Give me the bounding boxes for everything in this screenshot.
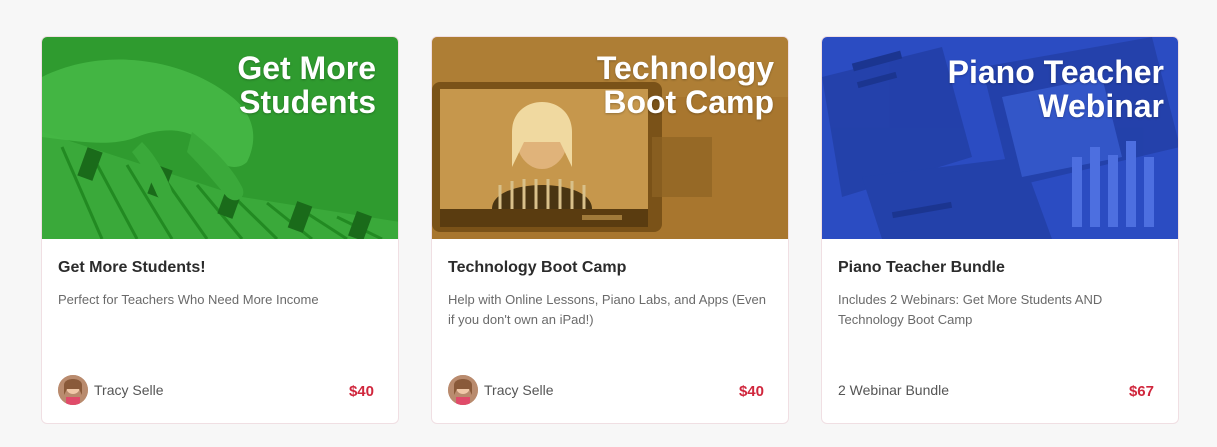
author-name: Tracy Selle bbox=[484, 382, 554, 398]
author-avatar bbox=[58, 375, 88, 405]
course-card-technology-boot-camp[interactable]: Technology Boot Camp Technology Boot Cam… bbox=[431, 36, 789, 424]
author-avatar bbox=[448, 375, 478, 405]
author-name: Tracy Selle bbox=[94, 382, 164, 398]
card-description: Includes 2 Webinars: Get More Students A… bbox=[838, 292, 1103, 327]
course-card-piano-teacher-bundle[interactable]: Piano Teacher Webinar Piano Teacher Bund… bbox=[821, 36, 1179, 424]
course-card-get-more-students[interactable]: Get More Students Get More Students! Per… bbox=[41, 36, 399, 424]
price-label: $40 bbox=[738, 383, 764, 400]
author-info: Tracy Selle bbox=[448, 375, 554, 405]
card-title[interactable]: Get More Students! bbox=[58, 259, 206, 277]
course-banner-image[interactable]: Technology Boot Camp bbox=[432, 37, 788, 239]
banner-title: Technology Boot Camp bbox=[596, 50, 774, 120]
course-banner-image[interactable]: Get More Students bbox=[42, 37, 398, 239]
card-title[interactable]: Piano Teacher Bundle bbox=[838, 259, 1005, 277]
course-banner-image[interactable]: Piano Teacher Webinar bbox=[822, 37, 1178, 239]
bundle-label: 2 Webinar Bundle bbox=[838, 382, 950, 398]
card-description: Help with Online Lessons, Piano Labs, an… bbox=[448, 292, 766, 327]
price-label: $40 bbox=[348, 383, 374, 400]
author-info: Tracy Selle bbox=[58, 375, 164, 405]
card-description: Perfect for Teachers Who Need More Incom… bbox=[58, 292, 319, 307]
banner-title: Get More Students bbox=[237, 50, 376, 120]
card-title[interactable]: Technology Boot Camp bbox=[448, 259, 626, 277]
price-label: $67 bbox=[1128, 383, 1154, 400]
bundle-info: 2 Webinar Bundle bbox=[838, 375, 949, 405]
banner-title: Piano Teacher Webinar bbox=[947, 54, 1164, 124]
